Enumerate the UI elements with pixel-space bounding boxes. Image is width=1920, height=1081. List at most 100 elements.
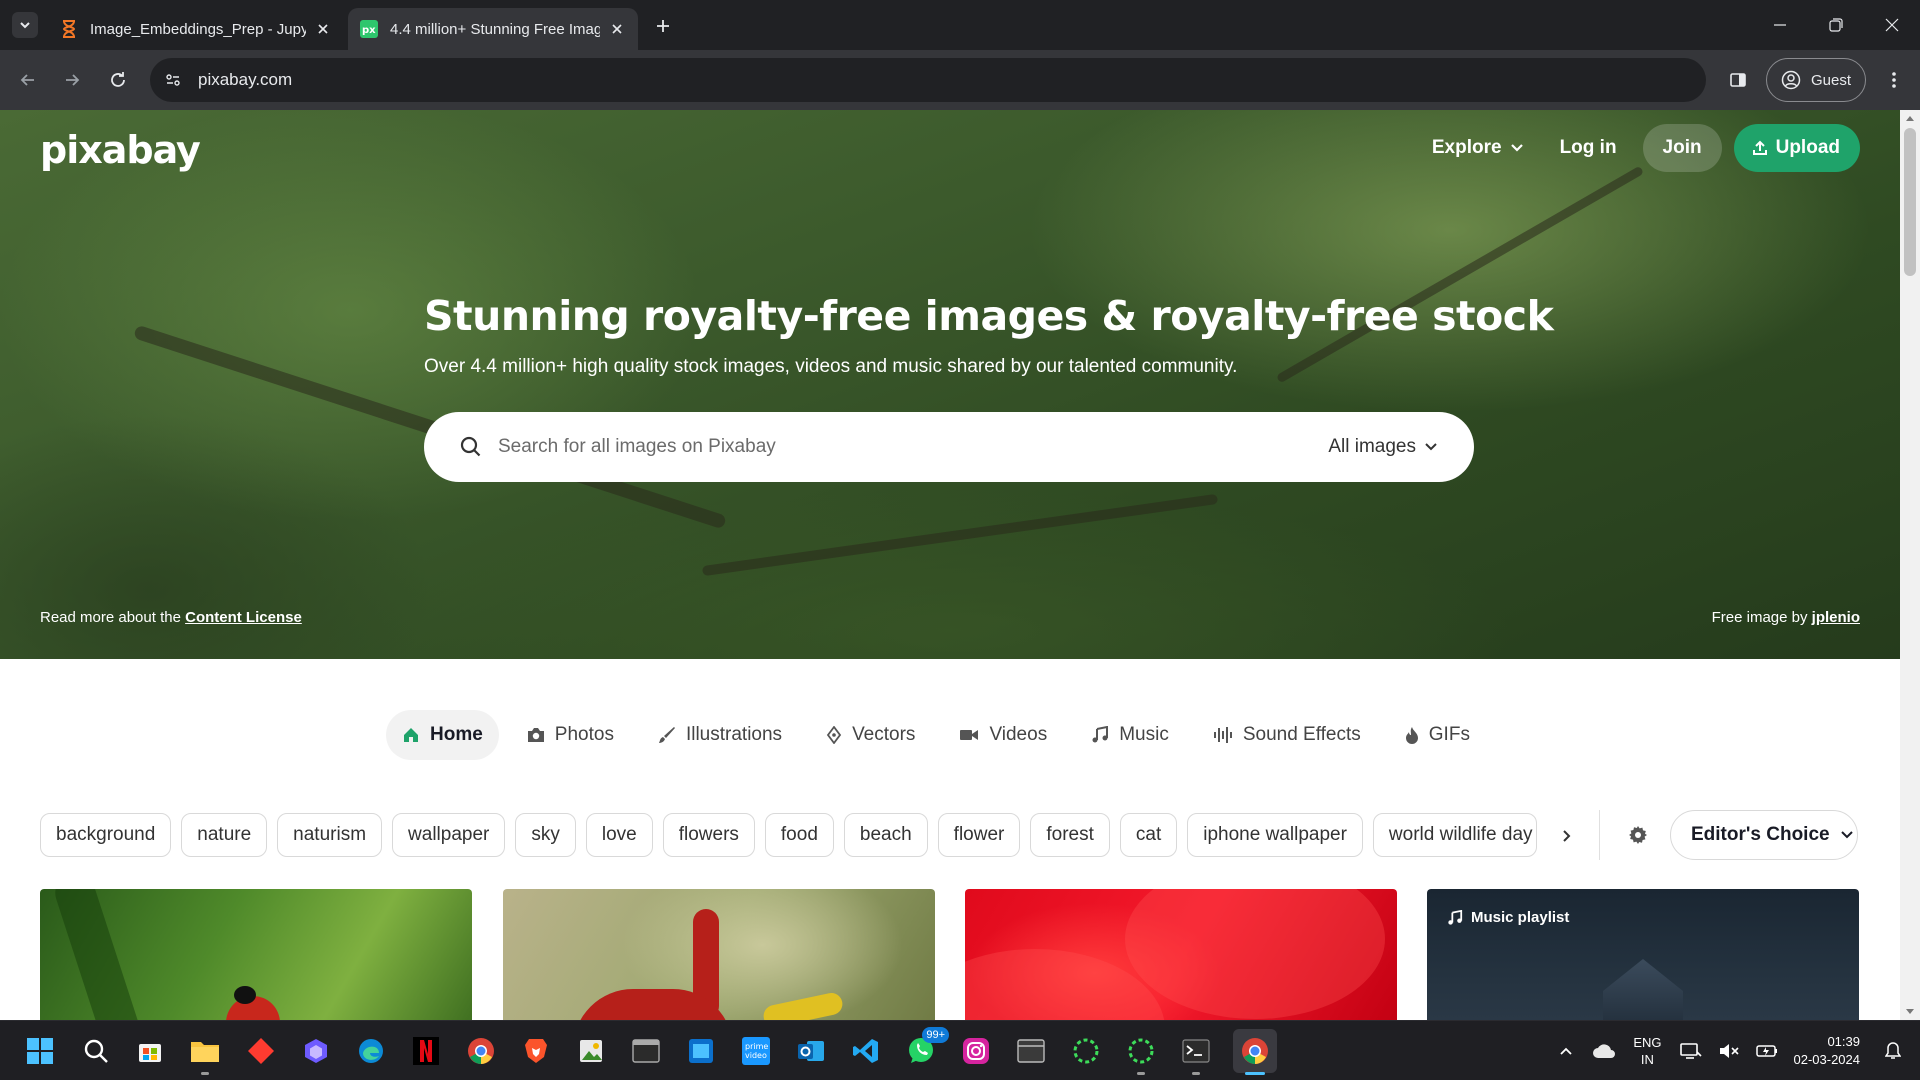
tag-chip[interactable]: flowers <box>662 813 755 857</box>
search-input[interactable] <box>498 436 1298 458</box>
category-gifs[interactable]: GIFs <box>1389 710 1486 760</box>
explore-menu-button[interactable]: Explore <box>1432 137 1524 159</box>
taskbar-outlook[interactable] <box>793 1033 829 1069</box>
tag-chip[interactable]: forest <box>1030 813 1110 857</box>
filter-settings-button[interactable] <box>1624 821 1652 849</box>
tab-search-button[interactable] <box>12 12 38 38</box>
taskbar-green-ring-app-2[interactable] <box>1123 1033 1159 1075</box>
close-icon <box>1885 18 1899 32</box>
restore-button[interactable] <box>1808 0 1864 50</box>
pixabay-logo[interactable]: pixabay <box>40 128 201 172</box>
side-panel-button[interactable] <box>1724 66 1752 94</box>
category-illustrations[interactable]: Illustrations <box>642 710 798 760</box>
search-icon[interactable] <box>460 436 482 458</box>
tag-chip[interactable]: iphone wallpaper <box>1187 813 1363 857</box>
taskbar-file-explorer[interactable] <box>187 1033 223 1075</box>
profile-button[interactable]: Guest <box>1766 58 1866 102</box>
site-info-icon[interactable] <box>160 67 186 93</box>
explore-label: Explore <box>1431 137 1502 158</box>
volume-muted-icon[interactable] <box>1716 1038 1742 1064</box>
taskbar-copilot[interactable] <box>298 1033 334 1069</box>
waveform-icon <box>1213 726 1233 744</box>
close-icon[interactable] <box>608 20 626 38</box>
content-license-note: Read more about the Content License <box>40 609 302 626</box>
search-scope-dropdown[interactable]: All images <box>1328 436 1438 458</box>
tag-chip[interactable]: nature <box>181 813 268 857</box>
address-bar[interactable]: pixabay.com <box>150 58 1706 102</box>
chrome-icon <box>1242 1038 1268 1064</box>
taskbar-chrome[interactable] <box>463 1033 499 1069</box>
taskbar-brave[interactable] <box>518 1033 554 1069</box>
tag-chip[interactable]: beach <box>843 813 928 857</box>
browser-tab-jupyter[interactable]: Image_Embeddings_Prep - Jupy <box>48 8 344 50</box>
new-tab-button[interactable] <box>650 13 676 39</box>
input-language-indicator[interactable]: ENG IN <box>1633 1034 1661 1068</box>
gallery-image-card[interactable] <box>503 889 935 1020</box>
browser-tab-pixabay[interactable]: px 4.4 million+ Stunning Free Imag <box>348 8 638 50</box>
tags-scroll-right-button[interactable] <box>1554 823 1580 849</box>
back-button[interactable] <box>14 66 42 94</box>
scroll-down-icon[interactable] <box>1900 1004 1920 1020</box>
browser-tab-strip: Image_Embeddings_Prep - Jupy px 4.4 mill… <box>0 0 1920 50</box>
gallery-image-card[interactable] <box>40 889 472 1020</box>
taskbar-widgets-app[interactable] <box>132 1033 168 1069</box>
join-button[interactable]: Join <box>1642 124 1722 172</box>
taskbar-terminal[interactable] <box>1178 1033 1214 1075</box>
category-home[interactable]: Home <box>386 710 499 760</box>
page-scrollbar[interactable] <box>1900 110 1920 1020</box>
system-clock[interactable]: 01:39 02-03-2024 <box>1794 1033 1861 1069</box>
network-icon[interactable] <box>1678 1038 1704 1064</box>
gallery-image-card[interactable] <box>965 889 1397 1020</box>
reload-button[interactable] <box>104 66 132 94</box>
gallery-music-card[interactable]: Music playlist <box>1427 889 1859 1020</box>
tab-title: Image_Embeddings_Prep - Jupy <box>90 20 306 38</box>
taskbar-app-red[interactable] <box>243 1033 279 1069</box>
tag-chip[interactable]: cat <box>1119 813 1178 857</box>
taskbar-whatsapp[interactable]: 99+ <box>903 1027 949 1069</box>
close-icon[interactable] <box>314 20 332 38</box>
start-button[interactable] <box>22 1033 58 1069</box>
taskbar-image-viewer[interactable] <box>573 1033 609 1069</box>
taskbar-vscode[interactable] <box>848 1033 884 1069</box>
tag-chip[interactable]: food <box>764 813 834 857</box>
minimize-button[interactable] <box>1752 0 1808 50</box>
scroll-up-icon[interactable] <box>1900 110 1920 126</box>
tag-chip[interactable]: wallpaper <box>392 813 506 857</box>
taskbar-edge[interactable] <box>353 1033 389 1069</box>
taskbar-blue-app[interactable] <box>683 1033 719 1069</box>
browser-menu-button[interactable] <box>1880 66 1908 94</box>
tag-chip[interactable]: love <box>585 813 653 857</box>
category-videos[interactable]: Videos <box>943 710 1063 760</box>
forward-button[interactable] <box>58 66 86 94</box>
credit-author-link[interactable]: jplenio <box>1812 609 1860 626</box>
taskbar-terminal-window[interactable] <box>628 1033 664 1069</box>
chevron-up-icon[interactable] <box>1553 1038 1579 1064</box>
category-sound-effects[interactable]: Sound Effects <box>1197 710 1377 760</box>
battery-charging-icon[interactable] <box>1754 1038 1780 1064</box>
tag-chip[interactable]: background <box>40 813 172 857</box>
taskbar-search-button[interactable] <box>78 1033 114 1069</box>
sort-dropdown[interactable]: Editor's Choice <box>1670 810 1858 860</box>
category-vectors[interactable]: Vectors <box>810 710 931 760</box>
category-music[interactable]: Music <box>1075 710 1185 760</box>
url-text: pixabay.com <box>198 70 293 89</box>
category-photos[interactable]: Photos <box>511 710 630 760</box>
upload-button[interactable]: Upload <box>1733 124 1860 172</box>
taskbar-green-ring-app[interactable] <box>1068 1033 1104 1069</box>
scrollbar-thumb[interactable] <box>1904 128 1916 276</box>
taskbar-window-app[interactable] <box>1013 1033 1049 1069</box>
notification-bell-icon[interactable] <box>1880 1038 1906 1064</box>
tag-chip[interactable]: sky <box>515 813 576 857</box>
close-window-button[interactable] <box>1864 0 1920 50</box>
taskbar-prime-video[interactable]: prime video <box>738 1033 774 1069</box>
cloud-icon[interactable] <box>1591 1038 1617 1064</box>
taskbar-netflix[interactable] <box>408 1033 444 1069</box>
tag-chip[interactable]: flower <box>937 813 1021 857</box>
tag-chip[interactable]: world wildlife day <box>1372 813 1537 857</box>
login-link[interactable]: Log in <box>1560 137 1617 159</box>
taskbar-chrome-active[interactable] <box>1233 1029 1277 1075</box>
tag-chip[interactable]: naturism <box>277 813 383 857</box>
content-license-link[interactable]: Content License <box>185 609 302 626</box>
taskbar-instagram[interactable] <box>958 1033 994 1069</box>
windows-taskbar: prime video 99+ ENG IN 01:39 02-03-2024 <box>0 1020 1920 1080</box>
